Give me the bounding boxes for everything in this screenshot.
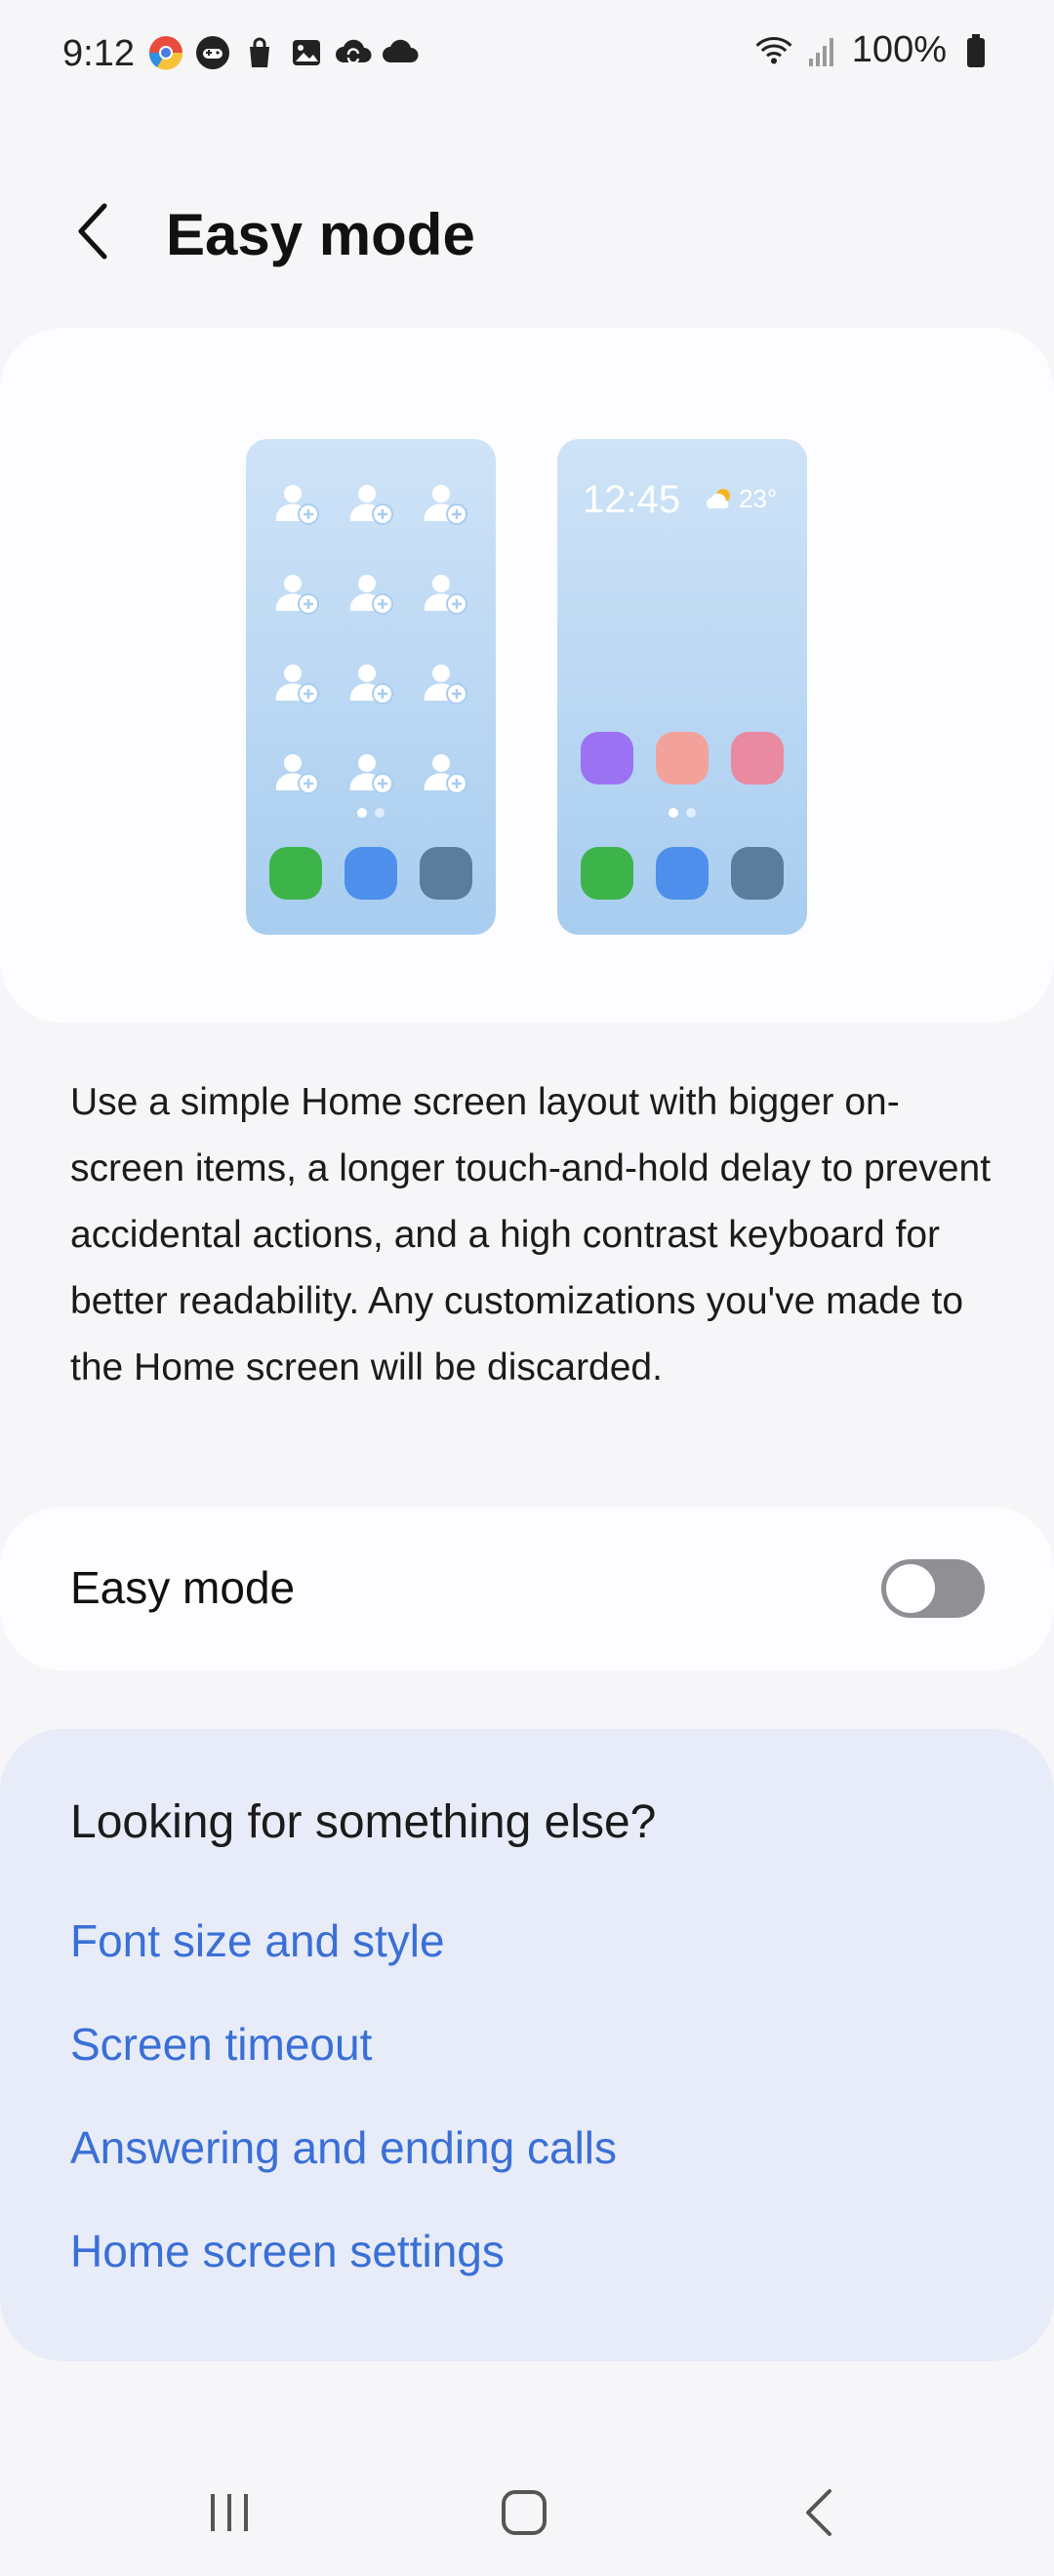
- link-font-size-and-style[interactable]: Font size and style: [70, 1914, 445, 1967]
- switch-knob: [886, 1564, 935, 1613]
- home-icon: [502, 2490, 547, 2535]
- app-icon-slate: [731, 847, 784, 900]
- chevron-left-icon: [78, 203, 107, 260]
- add-contact-icon: [349, 485, 393, 525]
- app-icon-salmon: [656, 732, 709, 785]
- easy-mode-description: Use a simple Home screen layout with big…: [70, 1081, 992, 1389]
- easy-mode-toggle-row[interactable]: Easy mode: [0, 1507, 1054, 1670]
- add-contact-icon: [349, 575, 393, 615]
- game-controller-icon: [193, 33, 232, 72]
- app-bar: Easy mode: [0, 176, 1054, 293]
- recents-button[interactable]: [190, 2478, 268, 2547]
- suggestions-title: Looking for something else?: [70, 1796, 657, 1848]
- status-time: 9:12: [62, 33, 135, 74]
- easy-mode-preview-card: 12:45 23°: [0, 328, 1054, 1023]
- page-title: Easy mode: [166, 202, 475, 267]
- back-icon: [806, 2489, 831, 2536]
- add-contact-icon: [424, 664, 467, 704]
- app-icon-purple: [581, 732, 633, 785]
- signal-icon: [803, 31, 842, 70]
- home-button[interactable]: [485, 2478, 563, 2547]
- add-contact-icon: [275, 664, 319, 704]
- dock: [581, 847, 784, 900]
- app-icon-green: [581, 847, 633, 900]
- shopping-bag-icon: [240, 33, 279, 72]
- chrome-icon: [146, 33, 185, 72]
- add-contact-icon: [424, 575, 467, 615]
- add-contact-icon: [349, 754, 393, 794]
- add-contact-icon: [424, 485, 467, 525]
- easy-mode-switch[interactable]: [881, 1559, 985, 1618]
- contact-shortcut-grid: [273, 482, 468, 841]
- battery-icon: [956, 31, 995, 70]
- link-home-screen-settings[interactable]: Home screen settings: [70, 2225, 505, 2277]
- page-indicator: [557, 808, 807, 818]
- system-status-icons: 100%: [754, 29, 995, 71]
- app-icon-slate: [420, 847, 472, 900]
- add-contact-icon: [275, 754, 319, 794]
- navigation-bar: [0, 2459, 1054, 2556]
- add-contact-icon: [275, 575, 319, 615]
- recents-icon: [211, 2494, 248, 2531]
- easy-mode-home-preview: [246, 439, 496, 935]
- wifi-icon: [754, 31, 793, 70]
- app-icon-blue: [345, 847, 397, 900]
- gallery-icon: [287, 33, 326, 72]
- nav-back-button[interactable]: [781, 2478, 859, 2547]
- add-contact-icon: [275, 485, 319, 525]
- app-icon-pink: [731, 732, 784, 785]
- battery-percentage: 100%: [851, 29, 947, 70]
- preview-temperature: 23°: [739, 484, 778, 513]
- add-contact-icon: [424, 754, 467, 794]
- notification-icons: [146, 33, 420, 72]
- page-indicator: [246, 808, 496, 818]
- dock: [269, 847, 472, 900]
- link-answering-and-ending-calls[interactable]: Answering and ending calls: [70, 2121, 617, 2174]
- cloud-sync-icon: [334, 33, 373, 72]
- link-screen-timeout[interactable]: Screen timeout: [70, 2018, 372, 2071]
- app-icon-blue: [656, 847, 709, 900]
- preview-weather: 23°: [704, 484, 777, 514]
- status-bar: 9:12 100%: [0, 0, 1054, 107]
- easy-mode-toggle-label: Easy mode: [70, 1562, 296, 1613]
- app-row: [581, 732, 784, 785]
- preview-clock: 12:45: [583, 478, 681, 521]
- partly-sunny-icon: [707, 488, 730, 508]
- add-contact-icon: [349, 664, 393, 704]
- suggestions-card: Looking for something else? Font size an…: [0, 1729, 1054, 2361]
- app-icon-green: [269, 847, 322, 900]
- cloud-icon: [381, 33, 420, 72]
- back-button[interactable]: [59, 197, 127, 265]
- standard-home-preview: 12:45 23°: [557, 439, 807, 935]
